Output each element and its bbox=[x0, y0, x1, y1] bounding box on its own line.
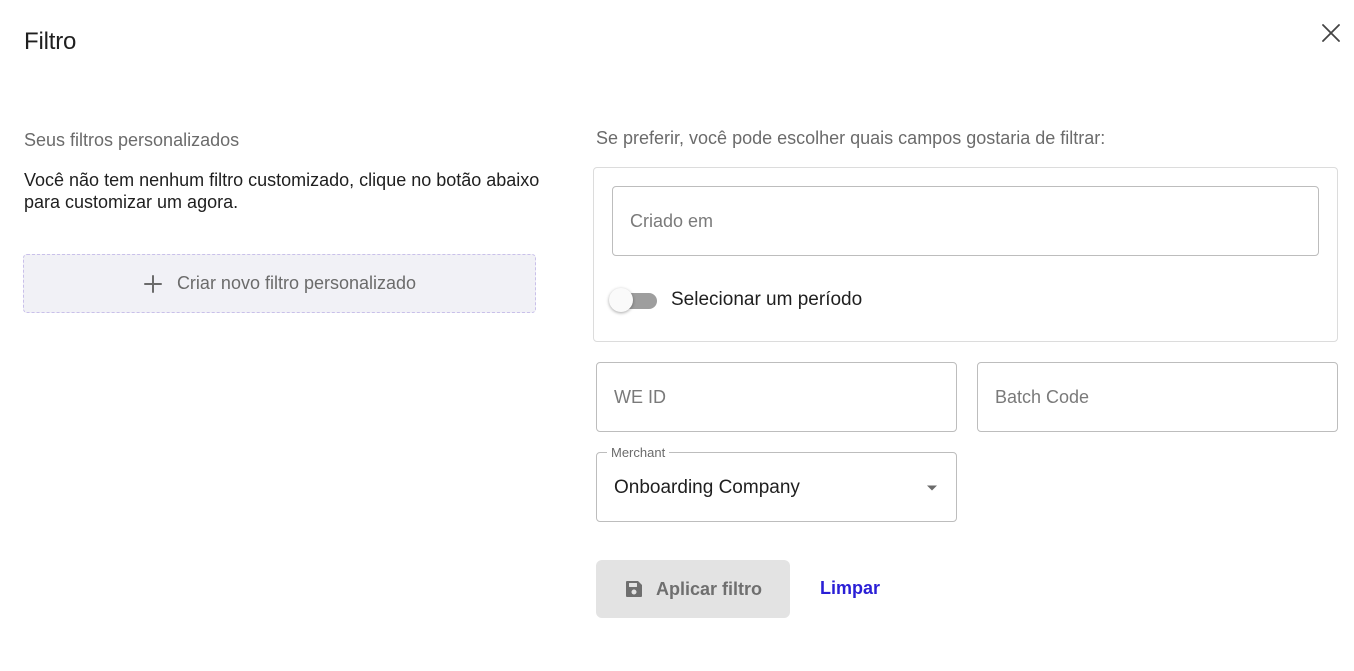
batch-code-field[interactable]: Batch Code bbox=[977, 362, 1338, 432]
fields-section-heading: Se preferir, você pode escolher quais ca… bbox=[596, 128, 1106, 148]
apply-filter-label: Aplicar filtro bbox=[655, 578, 762, 599]
merchant-select[interactable]: Merchant Onboarding Company bbox=[596, 445, 957, 522]
close-icon bbox=[1322, 24, 1340, 42]
custom-filters-empty-message: Você não tem nenhum filtro customizado, … bbox=[24, 170, 540, 212]
chevron-down-icon bbox=[927, 485, 937, 491]
close-button[interactable] bbox=[1318, 20, 1344, 46]
created-at-placeholder: Criado em bbox=[630, 210, 714, 231]
dialog-title: Filtro bbox=[24, 28, 77, 55]
period-toggle-label: Selecionar um período bbox=[671, 289, 863, 310]
toggle-thumb bbox=[609, 288, 633, 312]
plus-icon bbox=[143, 274, 162, 293]
clear-filter-link[interactable]: Limpar bbox=[820, 578, 880, 599]
merchant-selected-value: Onboarding Company bbox=[614, 477, 800, 498]
merchant-label: Merchant bbox=[607, 445, 670, 460]
create-custom-filter-button[interactable]: Criar novo filtro personalizado bbox=[23, 254, 536, 313]
custom-filters-heading: Seus filtros personalizados bbox=[24, 130, 240, 150]
batch-code-placeholder: Batch Code bbox=[995, 386, 1090, 407]
save-icon bbox=[625, 581, 642, 597]
create-custom-filter-label: Criar novo filtro personalizado bbox=[176, 273, 417, 293]
we-id-placeholder: WE ID bbox=[614, 386, 666, 407]
created-at-field[interactable]: Criado em bbox=[612, 186, 1319, 256]
we-id-field[interactable]: WE ID bbox=[596, 362, 957, 432]
period-toggle[interactable]: Selecionar um período bbox=[609, 286, 862, 314]
period-toggle-switch[interactable] bbox=[609, 287, 657, 313]
filter-dialog: Filtro Seus filtros personalizados Você … bbox=[0, 0, 1354, 671]
apply-filter-button[interactable]: Aplicar filtro bbox=[596, 560, 790, 618]
